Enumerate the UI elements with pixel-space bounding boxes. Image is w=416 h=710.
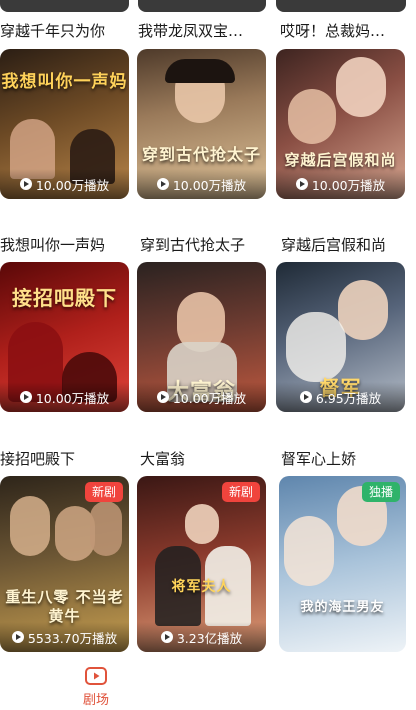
play-icon [160, 631, 173, 643]
drama-title[interactable]: 哎呀！总裁妈… [280, 18, 412, 44]
play-icon [299, 391, 312, 403]
bottom-tab-bar: 剧场 [0, 660, 416, 710]
play-count: 10.00万播放 [172, 177, 247, 193]
play-icon [295, 178, 308, 190]
play-icon [156, 391, 169, 403]
drama-card[interactable]: 大富翁 10.00万播放 [137, 262, 266, 412]
poster-title: 重生八零 不当老黄牛 [5, 588, 124, 625]
drama-title[interactable]: 我带龙凤双宝… [138, 18, 270, 44]
play-icon [156, 178, 169, 190]
previous-row-stubs [0, 0, 416, 14]
play-count-bar: 10.00万播放 [0, 169, 129, 199]
play-count-bar: 10.00万播放 [137, 382, 266, 412]
poster-title: 接招吧殿下 [12, 286, 117, 310]
play-count: 5533.70万播放 [27, 630, 118, 646]
exclusive-badge: 独播 [361, 482, 400, 502]
play-icon [19, 391, 32, 403]
drama-card[interactable]: 将军夫人 新剧 3.23亿播放 [137, 476, 266, 652]
poster-title: 穿越后宫假和尚 [284, 151, 397, 169]
card-stub[interactable] [138, 0, 266, 12]
new-badge: 新剧 [221, 482, 260, 502]
drama-card[interactable]: 重生八零 不当老黄牛 新剧 5533.70万播放 [0, 476, 129, 652]
play-count: 3.23亿播放 [176, 630, 243, 646]
drama-card[interactable]: 接招吧殿下 10.00万播放 [0, 262, 129, 412]
theater-play-icon [85, 667, 107, 685]
play-count: 10.00万播放 [35, 177, 110, 193]
play-count-bar: 3.23亿播放 [137, 622, 266, 652]
tab-theater[interactable]: 剧场 [66, 662, 126, 708]
drama-title[interactable]: 大富翁 [140, 446, 272, 472]
card-stub[interactable] [276, 0, 406, 12]
drama-card[interactable]: 穿越后宫假和尚 10.00万播放 [276, 49, 405, 199]
play-icon [19, 178, 32, 190]
tab-label: 剧场 [82, 693, 109, 708]
poster-title: 穿到古代抢太子 [141, 145, 261, 164]
play-count-bar: 10.00万播放 [276, 169, 405, 199]
drama-card[interactable]: 督军 6.95万播放 [276, 262, 405, 412]
new-badge: 新剧 [84, 482, 123, 502]
drama-title[interactable]: 接招吧殿下 [0, 446, 132, 472]
poster-title: 我想叫你一声妈 [1, 72, 128, 92]
play-icon [11, 631, 24, 643]
play-count-bar: 10.00万播放 [0, 382, 129, 412]
poster-title: 我的海王男友 [300, 600, 385, 615]
play-count-bar: 10.00万播放 [137, 169, 266, 199]
play-count: 10.00万播放 [172, 390, 247, 406]
drama-card[interactable]: 穿到古代抢太子 10.00万播放 [137, 49, 266, 199]
play-count-bar: 5533.70万播放 [0, 622, 129, 652]
drama-card[interactable]: 我的海王男友 独播 [279, 476, 406, 652]
drama-card[interactable]: 我想叫你一声妈 10.00万播放 [0, 49, 129, 199]
play-count: 10.00万播放 [311, 177, 386, 193]
play-count: 10.00万播放 [35, 390, 110, 406]
drama-title[interactable]: 督军心上娇 [281, 446, 413, 472]
drama-title[interactable]: 穿到古代抢太子 [140, 232, 272, 258]
poster-title: 将军夫人 [171, 579, 232, 595]
drama-title[interactable]: 穿越后宫假和尚 [281, 232, 413, 258]
card-stub[interactable] [0, 0, 129, 12]
play-count: 6.95万播放 [315, 390, 382, 406]
drama-title[interactable]: 我想叫你一声妈 [0, 232, 132, 258]
drama-title[interactable]: 穿越千年只为你 [0, 18, 132, 44]
play-count-bar: 6.95万播放 [276, 382, 405, 412]
